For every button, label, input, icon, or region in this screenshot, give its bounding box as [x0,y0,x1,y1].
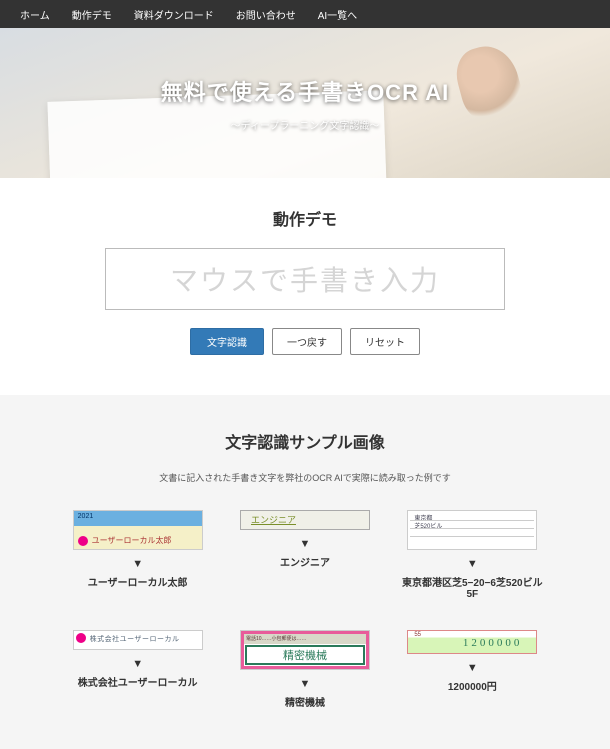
sample-caption: 精密機械 [285,694,325,709]
nav-home[interactable]: ホーム [20,7,50,22]
arrow-icon: ▼ [467,558,478,570]
thumb-line: 東京都 [410,513,534,521]
reset-button[interactable]: リセット [350,328,420,355]
nav-download[interactable]: 資料ダウンロード [134,7,214,22]
nav-contact[interactable]: お問い合わせ [236,7,296,22]
nav-ai-list[interactable]: AI一覧へ [318,7,357,22]
sample-caption: エンジニア [280,554,330,569]
handwriting-canvas[interactable]: マウスで手書き入力 [105,248,505,310]
sample-card: 電話10……小包郵便は…… 精密機械 ▼ 精密機械 [232,630,377,709]
demo-buttons: 文字認識 一つ戻す リセット [0,328,610,355]
samples-heading: 文字認識サンプル画像 [0,429,610,453]
sample-card: ▼ 株式会社ユーザーローカル [65,630,210,709]
sample-thumb[interactable] [407,630,537,654]
arrow-icon: ▼ [300,538,311,550]
sample-thumb[interactable] [240,510,370,530]
arrow-icon: ▼ [132,658,143,670]
sample-thumb[interactable]: 東京都 芝520ビル [407,510,537,550]
arrow-icon: ▼ [132,558,143,570]
top-nav: ホーム 動作デモ 資料ダウンロード お問い合わせ AI一覧へ [0,0,610,28]
sample-card: ▼ エンジニア [232,510,377,600]
sample-thumb[interactable] [73,510,203,550]
sample-caption: 東京都港区芝5−20−6芝520ビル5F [400,574,545,600]
thumb-line: 芝520ビル [410,521,534,529]
sample-card: ▼ 1200000円 [400,630,545,709]
recognize-button[interactable]: 文字認識 [190,328,264,355]
samples-grid: ▼ ユーザーローカル太郎 ▼ エンジニア 東京都 芝520ビル ▼ 東京都港区芝… [65,510,545,709]
hero-title: 無料で使える手書きOCR AI [161,75,450,107]
sample-card: ▼ ユーザーローカル太郎 [65,510,210,600]
arrow-icon: ▼ [300,678,311,690]
sample-caption: 株式会社ユーザーローカル [78,674,198,689]
arrow-icon: ▼ [467,662,478,674]
samples-description: 文書に記入された手書き文字を弊社のOCR AIで実際に読み取った例です [0,471,610,484]
thumb-line [410,529,534,537]
hero-subtitle: ～ディープラーニング文字認識～ [231,117,380,132]
sample-caption: 1200000円 [448,678,497,693]
undo-button[interactable]: 一つ戻す [272,328,342,355]
sample-thumb[interactable]: 電話10……小包郵便は…… 精密機械 [240,630,370,670]
sample-thumb[interactable] [73,630,203,650]
demo-heading: 動作デモ [0,206,610,230]
demo-section: 動作デモ マウスで手書き入力 文字認識 一つ戻す リセット [0,178,610,395]
thumb-line: 精密機械 [245,645,365,665]
thumb-line: 電話10……小包郵便は…… [244,634,366,644]
samples-section: 文字認識サンプル画像 文書に記入された手書き文字を弊社のOCR AIで実際に読み… [0,395,610,749]
hero-banner: 無料で使える手書きOCR AI ～ディープラーニング文字認識～ [0,28,610,178]
sample-card: 東京都 芝520ビル ▼ 東京都港区芝5−20−6芝520ビル5F [400,510,545,600]
canvas-placeholder: マウスで手書き入力 [170,259,440,299]
sample-caption: ユーザーローカル太郎 [88,574,188,589]
nav-demo[interactable]: 動作デモ [72,7,112,22]
